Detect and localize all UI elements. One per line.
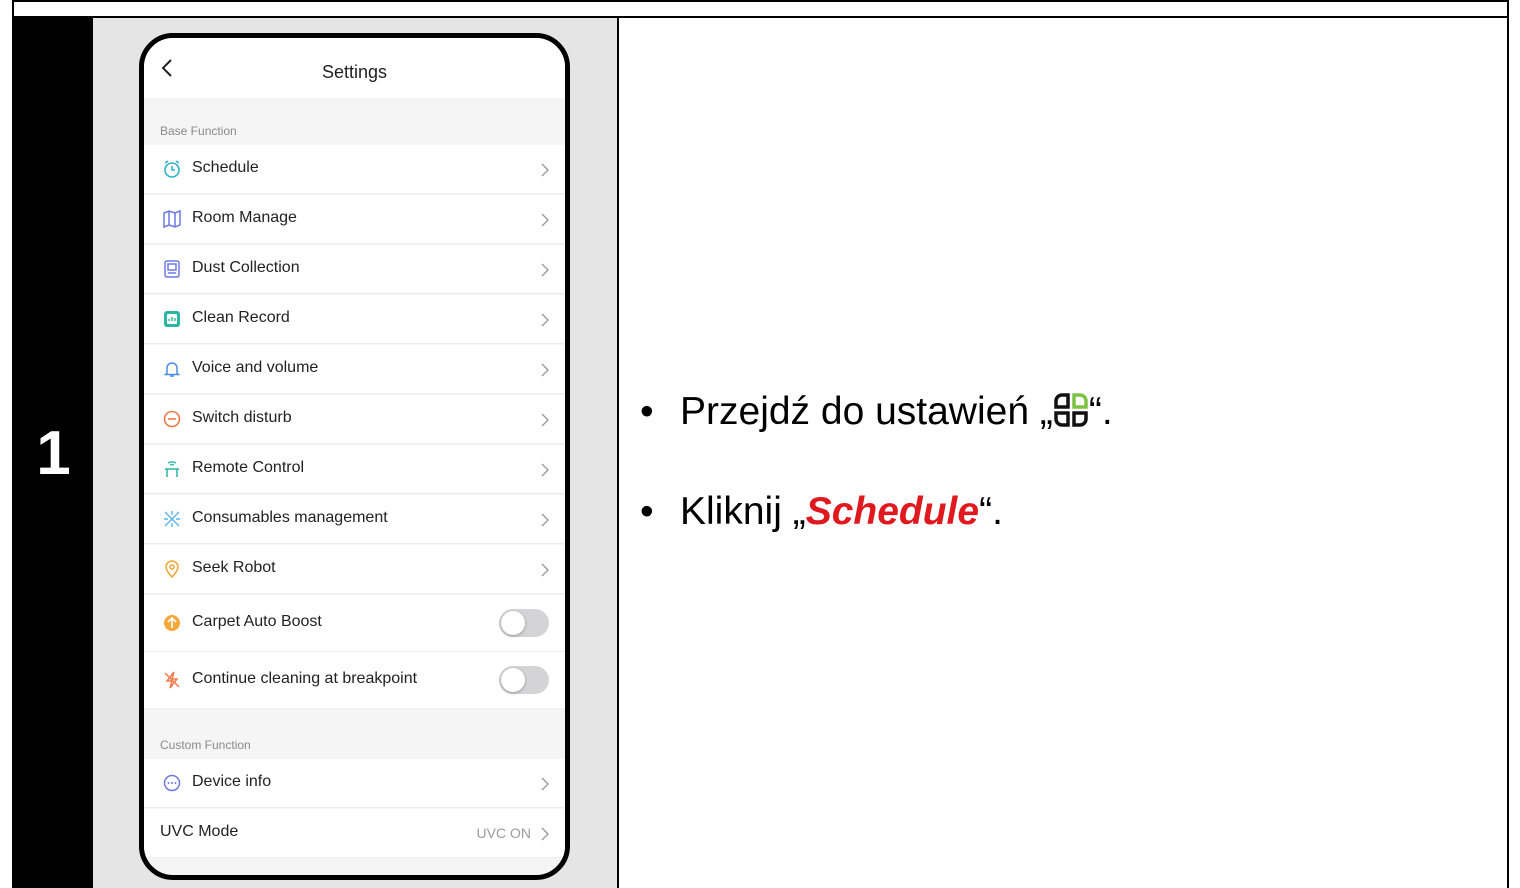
row-label: Carpet Auto Boost <box>192 613 322 630</box>
chevron-right-icon <box>541 163 549 177</box>
row-label: Voice and volume <box>192 359 319 376</box>
info-dots-icon <box>163 774 181 792</box>
toggle-knob <box>501 668 525 692</box>
toggle-knob <box>501 611 525 635</box>
chevron-right-icon <box>541 463 549 477</box>
settings-row-consumables[interactable]: Consumables management <box>144 495 565 544</box>
row-label: Device info <box>192 773 272 790</box>
settings-row-schedule[interactable]: Schedule <box>144 145 565 194</box>
phone-screen: Settings Base Function Schedule Room Man… <box>139 33 570 880</box>
instruction-2: • Kliknij „Schedule“. <box>640 490 1003 534</box>
consumables-icon <box>164 511 180 527</box>
settings-row-continue-cleaning: Continue cleaning at breakpoint <box>144 652 565 709</box>
uvc-mode-value: UVC ON <box>476 825 531 841</box>
instruction-1: • Przejdź do ustawień „ “. <box>640 390 1113 434</box>
section-custom-function: Custom Function <box>160 738 251 752</box>
settings-row-uvc-mode[interactable]: UVC Mode UVC ON <box>144 809 565 858</box>
continue-cleaning-toggle[interactable] <box>499 666 549 694</box>
row-label: Continue cleaning at breakpoint <box>192 670 418 687</box>
settings-row-room-manage[interactable]: Room Manage <box>144 195 565 244</box>
chevron-right-icon <box>541 213 549 227</box>
instruction-1-prefix: Przejdź do ustawień „ <box>680 390 1053 433</box>
clock-icon <box>164 160 180 178</box>
row-label: Switch disturb <box>192 409 292 426</box>
settings-header: Settings <box>144 38 565 98</box>
page-title: Settings <box>321 62 388 82</box>
breakpoint-icon <box>164 671 180 689</box>
row-label: Dust Collection <box>192 259 300 276</box>
instruction-2-highlight: Schedule <box>805 490 980 533</box>
row-label: Seek Robot <box>192 559 276 576</box>
column-divider <box>617 18 619 888</box>
chevron-right-icon <box>541 313 549 327</box>
settings-row-voice-volume[interactable]: Voice and volume <box>144 345 565 394</box>
chevron-right-icon <box>541 413 549 427</box>
chevron-right-icon <box>541 263 549 277</box>
chevron-right-icon <box>541 513 549 527</box>
dust-bin-icon <box>164 260 180 278</box>
row-label: UVC Mode <box>160 823 239 840</box>
settings-app-icon <box>1054 393 1088 427</box>
instruction-2-prefix: Kliknij „ <box>680 490 806 533</box>
chevron-right-icon <box>541 563 549 577</box>
carpet-boost-toggle[interactable] <box>499 609 549 637</box>
bullet: • <box>640 390 654 433</box>
remote-icon <box>165 461 179 477</box>
location-pin-icon <box>165 560 179 579</box>
bullet: • <box>640 490 654 533</box>
settings-row-remote-control[interactable]: Remote Control <box>144 445 565 494</box>
minus-circle-icon <box>163 410 181 428</box>
settings-row-carpet-boost: Carpet Auto Boost <box>144 595 565 652</box>
chevron-right-icon <box>541 777 549 791</box>
settings-row-switch-disturb[interactable]: Switch disturb <box>144 395 565 444</box>
settings-row-dust-collection[interactable]: Dust Collection <box>144 245 565 294</box>
settings-row-clean-record[interactable]: Clean Record <box>144 295 565 344</box>
settings-row-device-info[interactable]: Device info <box>144 759 565 808</box>
instruction-2-suffix: “. <box>979 490 1003 533</box>
row-label: Clean Record <box>192 309 290 326</box>
step-number: 1 <box>36 419 71 488</box>
boost-icon <box>164 615 180 631</box>
section-base-function: Base Function <box>160 124 237 138</box>
row-label: Consumables management <box>192 509 388 526</box>
step-column: 1 <box>14 18 93 888</box>
map-icon <box>163 209 181 229</box>
settings-row-seek-robot[interactable]: Seek Robot <box>144 545 565 594</box>
record-icon <box>164 311 180 327</box>
row-label: Schedule <box>192 159 259 176</box>
row-label: Remote Control <box>192 459 305 476</box>
chevron-right-icon <box>541 363 549 377</box>
bell-icon <box>163 362 181 377</box>
chevron-right-icon <box>541 827 549 841</box>
instruction-1-suffix: “. <box>1088 390 1113 433</box>
row-label: Room Manage <box>192 209 297 226</box>
